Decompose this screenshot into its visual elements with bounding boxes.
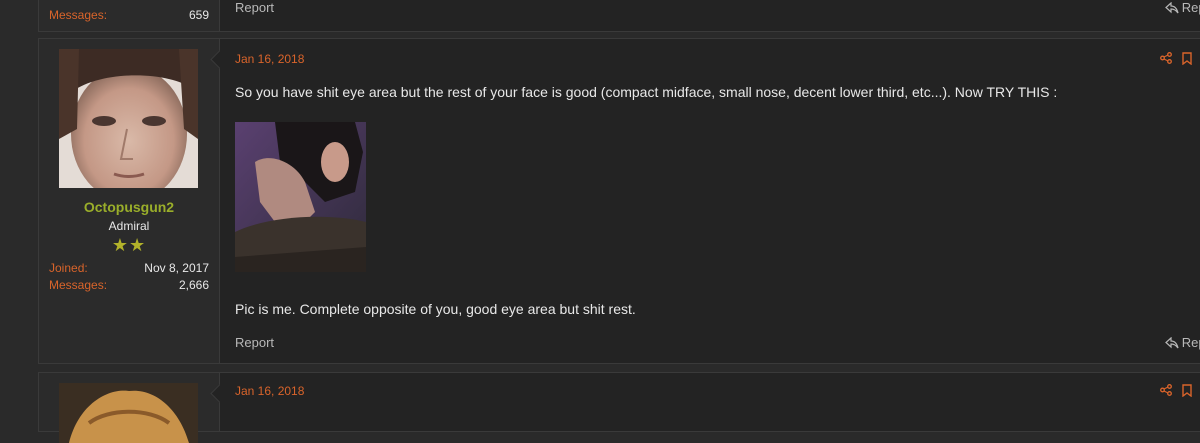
joined-label: Joined: — [49, 261, 88, 275]
post-actions: #9 — [1159, 383, 1200, 397]
user-title: Admiral — [108, 219, 150, 233]
previous-post: Messages: 659 Report Reply — [38, 0, 1200, 32]
post-text-caption: Pic is me. Complete opposite of you, goo… — [235, 301, 636, 317]
report-link[interactable]: Report — [235, 335, 274, 350]
post-date[interactable]: Jan 16, 2018 — [235, 384, 304, 398]
attached-photo[interactable] — [235, 122, 366, 272]
avatar[interactable] — [59, 49, 198, 188]
messages-value: 2,666 — [178, 278, 209, 292]
bookmark-icon[interactable] — [1181, 383, 1192, 397]
next-post-user-panel — [39, 373, 220, 443]
post-actions: #9 — [1159, 51, 1200, 65]
report-link[interactable]: Report — [235, 0, 274, 15]
share-icon[interactable] — [1159, 52, 1172, 64]
user-rank-stars: ★★ — [111, 235, 147, 255]
forum-post: Octopusgun2 Admiral ★★ Joined: Nov 8, 20… — [38, 38, 1200, 364]
joined-value: Nov 8, 2017 — [144, 261, 209, 275]
reply-label: Reply — [1181, 0, 1200, 15]
reply-button[interactable]: Reply — [1164, 0, 1200, 15]
avatar[interactable] — [59, 383, 198, 443]
share-icon[interactable] — [1159, 384, 1172, 396]
previous-post-user-panel: Messages: 659 — [39, 0, 220, 31]
joined-stat: Joined: Nov 8, 2017 — [49, 261, 209, 275]
reply-icon — [1164, 336, 1179, 348]
reply-button[interactable]: Reply — [1164, 335, 1200, 350]
post-date[interactable]: Jan 16, 2018 — [235, 52, 304, 66]
reply-label: Reply — [1181, 335, 1200, 350]
post-text-intro: So you have shit eye area but the rest o… — [235, 84, 1058, 100]
messages-label: Messages: — [49, 8, 108, 22]
user-panel: Octopusgun2 Admiral ★★ Joined: Nov 8, 20… — [39, 39, 220, 363]
next-post: Jan 16, 2018 #9 — [38, 372, 1200, 443]
bookmark-icon[interactable] — [1181, 51, 1192, 65]
messages-label: Messages: — [49, 278, 108, 292]
messages-value: 659 — [188, 8, 209, 22]
messages-stat: Messages: 659 — [49, 8, 209, 22]
reply-icon — [1164, 1, 1179, 13]
messages-stat: Messages: 2,666 — [49, 278, 209, 292]
username[interactable]: Octopusgun2 — [39, 199, 219, 215]
